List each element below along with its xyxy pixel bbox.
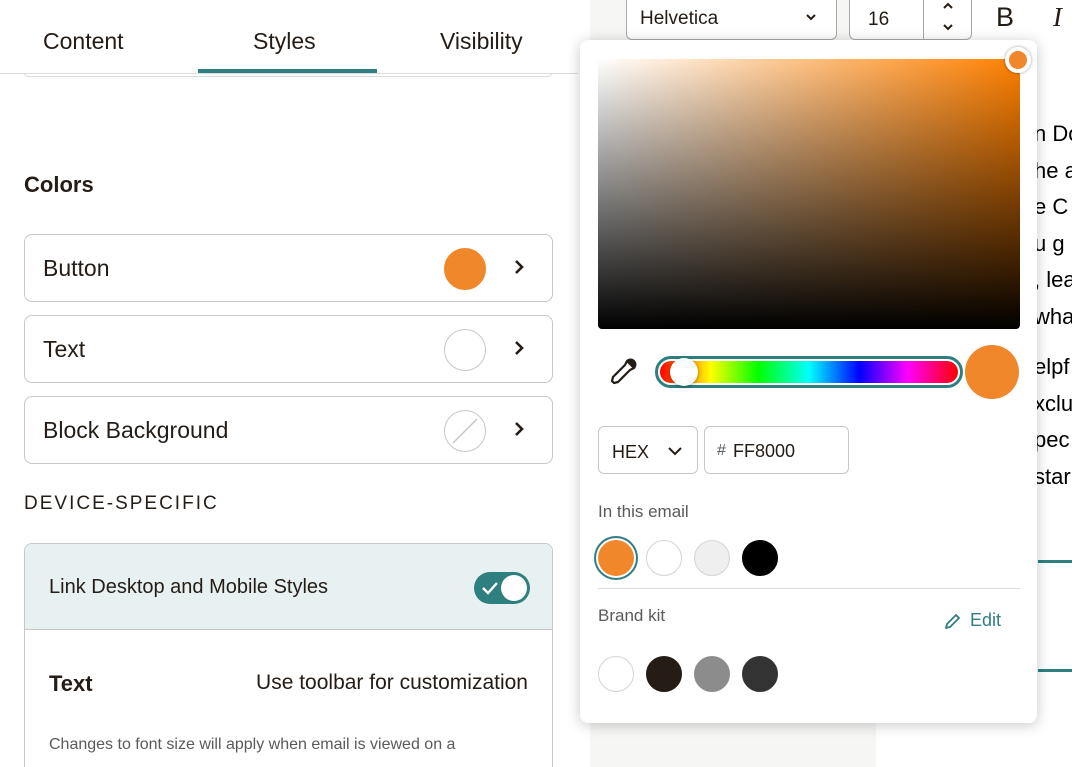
text-setting-hint: Use toolbar for customization <box>256 671 528 694</box>
check-icon <box>482 582 498 595</box>
body-text-line: xclu <box>1034 390 1072 416</box>
email-swatch-black[interactable] <box>742 540 778 576</box>
hex-input[interactable]: # FF8000 <box>704 426 849 474</box>
color-row-label: Button <box>43 255 110 281</box>
popover-divider <box>598 588 1020 589</box>
font-family-value: Helvetica <box>640 8 719 29</box>
link-styles-toggle[interactable] <box>474 572 530 604</box>
panel-tabs: Content Styles Visibility <box>0 0 578 74</box>
text-setting-label: Text <box>49 671 93 696</box>
body-text-line: he a <box>1034 157 1072 183</box>
edit-brand-kit-link[interactable]: Edit <box>944 610 1001 631</box>
italic-button[interactable]: I <box>1053 2 1062 33</box>
color-preview <box>965 345 1019 399</box>
chevron-down-icon <box>668 447 682 456</box>
body-text-line: star <box>1034 463 1071 489</box>
brand-swatch-dark[interactable] <box>646 656 682 692</box>
chevron-up-icon[interactable] <box>940 0 956 14</box>
divider-line <box>1038 560 1072 563</box>
bold-button[interactable]: B <box>996 2 1014 33</box>
chevron-right-icon <box>515 422 524 436</box>
chevron-down-icon <box>806 14 816 21</box>
color-row-text[interactable]: Text <box>24 315 553 383</box>
text-color-swatch <box>444 329 486 371</box>
link-styles-row: Link Desktop and Mobile Styles <box>25 544 552 630</box>
pencil-icon <box>945 613 960 629</box>
tab-content[interactable]: Content <box>43 28 124 55</box>
eyedropper-icon[interactable] <box>608 357 638 387</box>
color-row-label: Block Background <box>43 417 229 443</box>
button-color-swatch <box>444 248 486 290</box>
tab-styles[interactable]: Styles <box>253 28 316 55</box>
brand-swatch-white[interactable] <box>598 656 634 692</box>
body-text-line: elpf <box>1034 354 1070 379</box>
edit-label: Edit <box>970 610 1002 630</box>
brand-kit-label: Brand kit <box>598 606 666 625</box>
hex-value: FF8000 <box>733 441 796 461</box>
color-format-select[interactable]: HEX <box>598 426 698 474</box>
body-text-line: e C <box>1034 194 1069 219</box>
brand-swatch-charcoal[interactable] <box>742 656 778 692</box>
email-swatch-orange[interactable] <box>598 540 634 576</box>
font-size-stepper[interactable]: 16 <box>849 0 972 41</box>
font-size-value: 16 <box>868 9 890 30</box>
color-picker-popover: HEX # FF8000 In this email Brand kit Edi… <box>580 40 1037 723</box>
hash-prefix: # <box>717 442 726 459</box>
hue-slider[interactable] <box>655 356 963 388</box>
body-text-line: n Do <box>1034 121 1072 146</box>
toggle-knob <box>501 575 527 601</box>
divider-line <box>1038 669 1072 672</box>
chevron-right-icon <box>515 341 524 355</box>
link-styles-label: Link Desktop and Mobile Styles <box>49 576 329 598</box>
saturation-value-area[interactable] <box>598 59 1020 329</box>
in-this-email-label: In this email <box>598 502 689 521</box>
chevron-right-icon <box>515 260 524 274</box>
body-text-line: , lea <box>1034 267 1072 292</box>
color-row-label: Text <box>43 336 86 362</box>
font-family-select[interactable]: Helvetica <box>626 0 837 40</box>
body-text-line: wha <box>1034 303 1072 329</box>
styles-panel: Content Styles Visibility Colors Button … <box>0 0 590 767</box>
hue-slider-knob[interactable] <box>670 358 698 386</box>
body-text-line: u g <box>1034 230 1065 256</box>
email-swatch-white[interactable] <box>646 540 682 576</box>
colors-section-title: Colors <box>24 172 94 197</box>
color-row-block-background[interactable]: Block Background <box>24 396 553 464</box>
body-text-line: pec <box>1034 427 1070 452</box>
device-specific-box: Link Desktop and Mobile Styles Text Use … <box>24 543 553 767</box>
color-format-value: HEX <box>612 442 650 462</box>
email-body-text: n Do he a e C u g , lea wha elpf xclu pe… <box>1034 116 1072 495</box>
device-specific-title: DEVICE-SPECIFIC <box>24 493 219 514</box>
email-swatch-light-gray[interactable] <box>694 540 730 576</box>
tab-visibility[interactable]: Visibility <box>440 28 523 55</box>
chevron-down-icon[interactable] <box>940 19 956 35</box>
brand-swatch-gray[interactable] <box>694 656 730 692</box>
previous-section-edge <box>24 73 552 77</box>
saturation-handle[interactable] <box>1005 47 1031 73</box>
stepper-divider <box>923 0 924 41</box>
hue-gradient <box>660 361 958 383</box>
color-row-button[interactable]: Button <box>24 234 553 302</box>
no-color-swatch-icon <box>444 410 486 452</box>
font-size-note: Changes to font size will apply when ema… <box>49 736 456 753</box>
